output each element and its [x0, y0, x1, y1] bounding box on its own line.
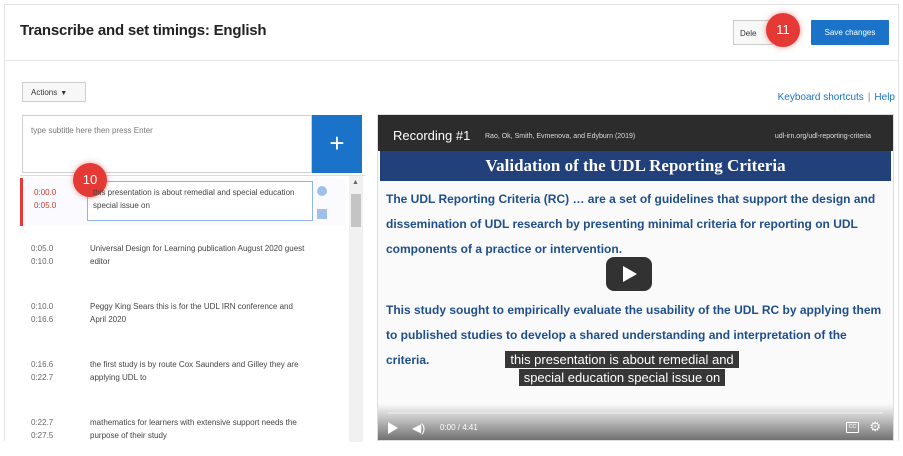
scroll-thumb[interactable] [351, 194, 361, 227]
add-subtitle-button[interactable]: + [312, 115, 362, 173]
play-button[interactable] [606, 257, 652, 291]
caption-text[interactable]: Universal Design for Learning publicatio… [90, 242, 305, 268]
video-caption: this presentation is about remedial and … [486, 351, 758, 387]
save-changes-button[interactable]: Save changes [811, 20, 889, 45]
progress-bar[interactable] [388, 412, 883, 414]
caption-timestamps[interactable]: 0:16.6 0:22.7 [31, 358, 53, 384]
delete-row-icon[interactable] [317, 209, 327, 219]
scroll-up-icon[interactable]: ▲ [352, 179, 359, 186]
caption-text[interactable]: this presentation is about remedial and … [93, 186, 308, 212]
page-title: Transcribe and set timings: English [20, 22, 267, 39]
caption-scrollbar[interactable]: ▲ [349, 176, 363, 442]
actions-dropdown[interactable]: Actions ▼ [22, 82, 86, 102]
caption-row[interactable]: 0:16.6 0:22.7 the first study is by route… [20, 350, 345, 398]
keyboard-shortcuts-link[interactable]: Keyboard shortcuts [778, 92, 864, 103]
recording-label: Recording #1 [393, 128, 471, 143]
video-controls: ◀) 0:00 / 4:41 CC ⚙ [378, 404, 893, 440]
toolbar-links: Keyboard shortcuts | Help [778, 92, 895, 103]
caption-text[interactable]: mathematics for learners with extensive … [90, 416, 305, 442]
step-marker-11: 11 [766, 13, 800, 47]
video-player[interactable]: Recording #1 Rao, Ok, Smith, Evmenova, a… [377, 114, 894, 441]
actions-label: Actions [31, 88, 58, 97]
gear-icon[interactable]: ⚙ [869, 419, 881, 435]
caption-row[interactable]: 0:05.0 0:10.0 Universal Design for Learni… [20, 234, 345, 282]
subtitle-input[interactable]: type subtitle here then press Enter [22, 115, 312, 173]
slide-url: udl-irn.org/udl-reporting-criteria [774, 133, 871, 140]
caption-text[interactable]: Peggy King Sears this is for the UDL IRN… [90, 300, 305, 326]
caption-timestamps[interactable]: 0:05.0 0:10.0 [31, 242, 53, 268]
header-divider [5, 60, 898, 61]
link-separator: | [867, 92, 871, 103]
caption-row[interactable]: 0:22.7 0:27.5 mathematics for learners wi… [20, 408, 345, 456]
time-display: 0:00 / 4:41 [440, 423, 478, 432]
caption-timestamps[interactable]: 0:22.7 0:27.5 [31, 416, 53, 442]
slide-header: Recording #1 Rao, Ok, Smith, Evmenova, a… [378, 115, 893, 151]
slide-source: Rao, Ok, Smith, Evmenova, and Edyburn (2… [485, 133, 636, 140]
play-icon [623, 266, 637, 282]
slide-paragraph-1: The UDL Reporting Criteria (RC) … are a … [386, 192, 876, 256]
caption-text[interactable]: the first study is by route Cox Saunders… [90, 358, 305, 384]
caption-row[interactable]: 0:10.0 0:16.6 Peggy King Sears this is fo… [20, 292, 345, 340]
caption-timestamps[interactable]: 0:10.0 0:16.6 [31, 300, 53, 326]
plus-icon: + [329, 128, 345, 158]
caption-timestamps[interactable]: 0:00.0 0:05.0 [34, 186, 56, 212]
insert-above-icon[interactable] [317, 186, 327, 196]
caption-list: 0:00.0 0:05.0 this presentation is about … [20, 175, 365, 442]
help-link[interactable]: Help [874, 92, 895, 103]
caption-line-2: special education special issue on [518, 369, 726, 386]
captions-icon[interactable]: CC [846, 422, 859, 433]
caption-line-1: this presentation is about remedial and [505, 351, 739, 368]
caption-row[interactable]: 0:00.0 0:05.0 this presentation is about … [20, 178, 345, 226]
chevron-down-icon: ▼ [60, 90, 68, 97]
play-pause-icon[interactable] [388, 422, 398, 434]
volume-icon[interactable]: ◀) [412, 421, 425, 435]
slide-banner: Validation of the UDL Reporting Criteria [380, 151, 891, 181]
